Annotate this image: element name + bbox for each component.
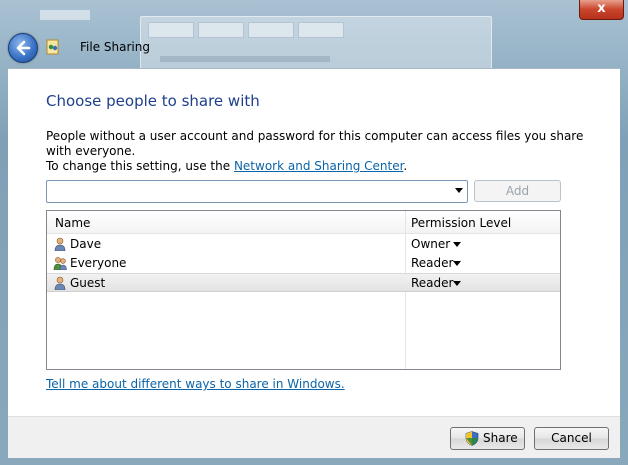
list-item-selected[interactable]: Guest Reader bbox=[47, 273, 560, 292]
description: People without a user account and passwo… bbox=[46, 129, 606, 174]
sharing-list[interactable]: Name Permission Level Dave Owner Everyon… bbox=[46, 210, 561, 370]
column-header-name[interactable]: Name bbox=[55, 216, 90, 230]
network-sharing-center-link[interactable]: Network and Sharing Center bbox=[234, 159, 403, 173]
close-icon: x bbox=[597, 1, 606, 16]
chevron-down-icon[interactable] bbox=[453, 261, 461, 266]
file-sharing-icon bbox=[45, 39, 61, 55]
chevron-down-icon[interactable] bbox=[453, 242, 461, 247]
window-title: File Sharing bbox=[80, 40, 150, 54]
close-button[interactable]: x bbox=[579, 0, 624, 20]
chevron-down-icon[interactable] bbox=[455, 188, 463, 193]
column-header-permission[interactable]: Permission Level bbox=[411, 216, 511, 230]
row-permission[interactable]: Reader bbox=[411, 256, 453, 270]
row-permission[interactable]: Owner bbox=[411, 237, 450, 251]
description-suffix: . bbox=[403, 159, 408, 173]
list-item[interactable]: Dave Owner bbox=[47, 235, 560, 254]
back-button[interactable] bbox=[8, 33, 38, 63]
list-item[interactable]: Everyone Reader bbox=[47, 254, 560, 273]
background-tab bbox=[198, 22, 244, 38]
background-window-title bbox=[40, 10, 90, 20]
chevron-down-icon[interactable] bbox=[453, 281, 461, 286]
row-permission[interactable]: Reader bbox=[411, 276, 453, 290]
user-icon bbox=[53, 237, 67, 252]
dialog-footer: Share Cancel bbox=[8, 416, 620, 458]
back-arrow-icon bbox=[16, 40, 31, 56]
share-button[interactable]: Share bbox=[450, 427, 525, 450]
user-icon bbox=[53, 276, 67, 291]
help-link[interactable]: Tell me about different ways to share in… bbox=[46, 377, 345, 391]
description-prefix: To change this setting, use the bbox=[46, 159, 234, 173]
description-line-2: To change this setting, use the Network … bbox=[46, 159, 606, 174]
people-combobox[interactable] bbox=[46, 180, 468, 203]
background-tabs bbox=[148, 22, 344, 38]
background-text bbox=[160, 56, 330, 62]
add-button[interactable]: Add bbox=[474, 180, 561, 202]
list-header: Name Permission Level bbox=[47, 211, 560, 234]
uac-shield-icon bbox=[465, 431, 479, 453]
row-name: Guest bbox=[70, 276, 106, 290]
background-tab bbox=[298, 22, 344, 38]
cancel-button[interactable]: Cancel bbox=[534, 427, 609, 450]
row-name: Everyone bbox=[70, 256, 127, 270]
background-tab bbox=[148, 22, 194, 38]
background-tab bbox=[248, 22, 294, 38]
page-title: Choose people to share with bbox=[46, 92, 260, 110]
dialog-content: Choose people to share with People witho… bbox=[8, 68, 620, 417]
row-name: Dave bbox=[70, 237, 102, 251]
description-line-1: People without a user account and passwo… bbox=[46, 129, 584, 158]
group-icon bbox=[53, 256, 67, 271]
share-label: Share bbox=[483, 431, 518, 445]
